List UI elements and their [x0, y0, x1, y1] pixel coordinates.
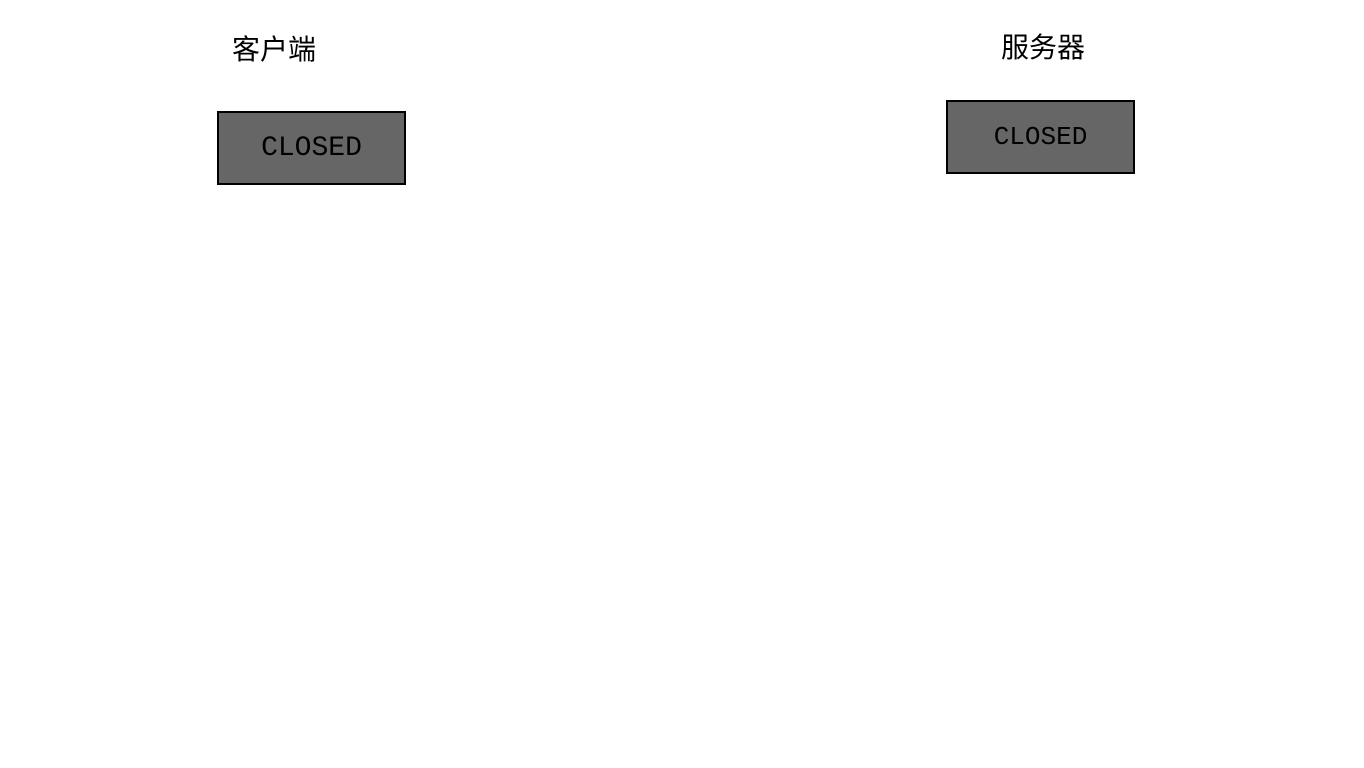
server-state-box: CLOSED [946, 100, 1135, 174]
server-title: 服务器 [1001, 26, 1085, 66]
client-state-label: CLOSED [261, 133, 362, 164]
client-state-box: CLOSED [217, 111, 406, 185]
client-title: 客户端 [232, 28, 316, 68]
server-state-label: CLOSED [994, 122, 1088, 152]
